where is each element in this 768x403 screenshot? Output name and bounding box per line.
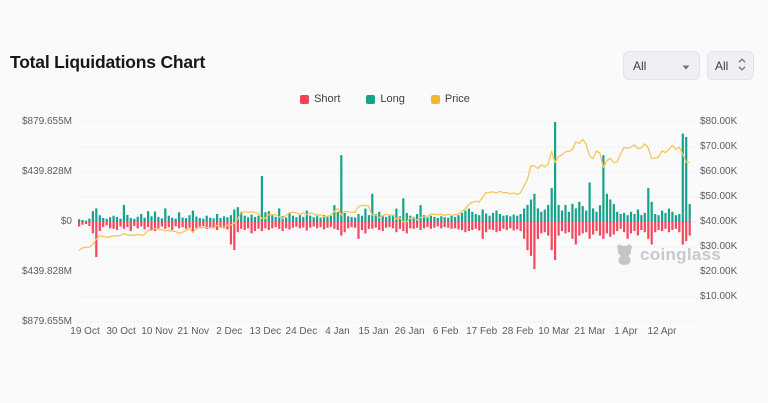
chart-svg[interactable] [0,0,768,403]
coinglass-bear-icon [614,243,635,266]
coinglass-watermark: coinglass [614,243,721,266]
coinglass-watermark-text: coinglass [640,245,721,265]
